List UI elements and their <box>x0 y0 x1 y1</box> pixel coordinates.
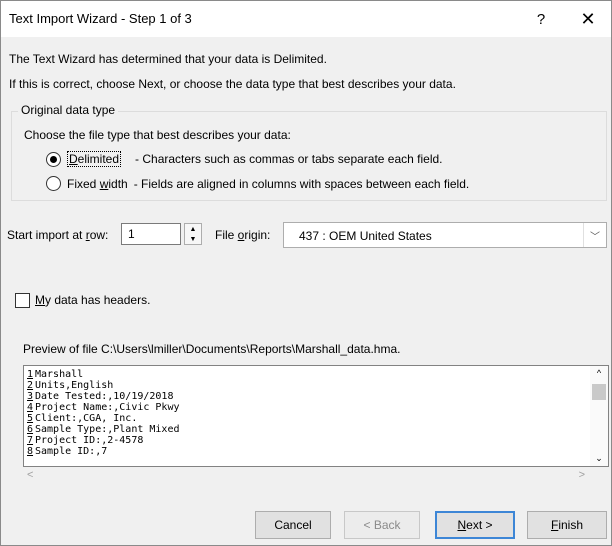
headers-checkbox[interactable] <box>15 293 30 308</box>
radio-fixed-width[interactable]: Fixed width - Fields are aligned in colu… <box>46 176 469 191</box>
delimited-accel: D <box>69 152 78 166</box>
delimited-label-rest: elimited <box>77 152 120 166</box>
next-label-rest: ext > <box>466 518 493 532</box>
radio-selected-icon[interactable] <box>46 151 61 167</box>
close-icon[interactable]: ✕ <box>567 3 609 35</box>
preview-line-number: 7 <box>27 435 34 446</box>
file-origin-value: 437 : OEM United States <box>299 229 432 243</box>
fixed-width-label[interactable]: Fixed width <box>67 177 128 191</box>
preview-line-text: Project Name:,Civic Pkwy <box>35 402 180 413</box>
radio-unselected-icon[interactable] <box>46 176 61 191</box>
fixed-width-label-pre: Fixed <box>67 176 100 191</box>
preview-label: Preview of file C:\Users\lmiller\Documen… <box>23 342 401 356</box>
preview-line-text: Project ID:,2-4578 <box>35 435 144 446</box>
cancel-button[interactable]: Cancel <box>255 511 331 539</box>
start-row-label-pre: Start import at <box>7 228 86 242</box>
start-row-spinner[interactable]: ▲ ▼ <box>184 223 202 245</box>
finish-accel: F <box>550 518 559 532</box>
back-button[interactable]: < Back <box>344 511 420 539</box>
scroll-up-icon[interactable]: ^ <box>590 368 608 378</box>
preview-line: 2 Units,English <box>27 380 180 391</box>
preview-line-text: Sample Type:,Plant Mixed <box>35 424 180 435</box>
vertical-scrollbar[interactable]: ^ ⌄ <box>590 366 608 466</box>
spin-up-icon[interactable]: ▲ <box>185 224 201 234</box>
headers-accel: M <box>35 293 45 307</box>
preview-line-text: Date Tested:,10/19/2018 <box>35 391 174 402</box>
preview-line: 5 Client:,CGA, Inc. <box>27 413 180 424</box>
text-import-wizard-dialog: Text Import Wizard - Step 1 of 3 ? ✕ The… <box>0 0 612 546</box>
preview-line-number: 2 <box>27 380 34 391</box>
preview-line-text: Sample ID:,7 <box>35 446 108 457</box>
file-origin-label: File origin: <box>215 228 270 242</box>
preview-line-number: 3 <box>27 391 34 402</box>
scroll-left-icon[interactable]: < <box>27 469 33 481</box>
file-origin-label-post: rigin: <box>244 228 271 242</box>
next-button[interactable]: Next > <box>435 511 515 539</box>
preview-line-text: Units,English <box>35 380 114 391</box>
preview-pane[interactable]: 1 Marshall 2 Units,English 3 Date Tested:,10/… <box>23 365 609 467</box>
chevron-down-icon[interactable]: ﹀ <box>583 223 606 247</box>
intro-line-1: The Text Wizard has determined that your… <box>9 52 327 66</box>
help-button[interactable]: ? <box>521 3 561 35</box>
file-origin-label-pre: File <box>215 228 238 242</box>
preview-line: 4 Project Name:,Civic Pkwy <box>27 402 180 413</box>
headers-label[interactable]: My data has headers. <box>35 293 150 307</box>
preview-line-number: 1 <box>27 369 34 380</box>
spin-down-icon[interactable]: ▼ <box>185 234 201 244</box>
start-row-label-post: ow: <box>89 228 109 242</box>
radio-delimited[interactable]: Delimited - Characters such as commas or… <box>46 151 443 167</box>
preview-line: 8 Sample ID:,7 <box>27 446 180 457</box>
group-label: Original data type <box>18 103 119 117</box>
preview-line: 6 Sample Type:,Plant Mixed <box>27 424 180 435</box>
delimited-label[interactable]: Delimited <box>67 151 122 167</box>
preview-line-text: Client:,CGA, Inc. <box>35 413 138 424</box>
headers-label-rest: y data has headers. <box>45 293 151 307</box>
preview-line-number: 5 <box>27 413 34 424</box>
preview-line: 3 Date Tested:,10/19/2018 <box>27 391 180 402</box>
title-bar: Text Import Wizard - Step 1 of 3 ? ✕ <box>1 1 611 37</box>
preview-line: 1 Marshall <box>27 369 180 380</box>
horizontal-scrollbar[interactable]: < > <box>23 467 589 483</box>
scroll-thumb[interactable] <box>592 384 606 400</box>
window-title: Text Import Wizard - Step 1 of 3 <box>9 11 192 26</box>
intro-line-2: If this is correct, choose Next, or choo… <box>9 77 456 91</box>
preview-line-text: Marshall <box>35 369 84 380</box>
fixed-width-label-rest: idth <box>108 176 128 191</box>
preview-line: 7 Project ID:,2-4578 <box>27 435 180 446</box>
scroll-right-icon[interactable]: > <box>579 469 585 481</box>
file-origin-select[interactable]: 437 : OEM United States ﹀ <box>283 222 607 248</box>
start-row-label: Start import at row: <box>7 228 108 242</box>
preview-line-number: 4 <box>27 402 34 413</box>
finish-button[interactable]: Finish <box>527 511 607 539</box>
original-data-type-group: Original data type Choose the file type … <box>11 103 607 201</box>
delimited-description: - Characters such as commas or tabs sepa… <box>135 152 443 166</box>
finish-label-rest: inish <box>558 518 584 532</box>
preview-line-number: 6 <box>27 424 34 435</box>
preview-line-number: 8 <box>27 446 34 457</box>
file-type-prompt: Choose the file type that best describes… <box>24 128 291 142</box>
start-row-input[interactable]: 1 <box>121 223 181 245</box>
preview-lines: 1 Marshall 2 Units,English 3 Date Tested:,10/… <box>27 369 180 457</box>
scroll-down-icon[interactable]: ⌄ <box>590 453 608 464</box>
next-accel: N <box>457 518 467 532</box>
fixed-width-description: - Fields are aligned in columns with spa… <box>133 176 470 191</box>
